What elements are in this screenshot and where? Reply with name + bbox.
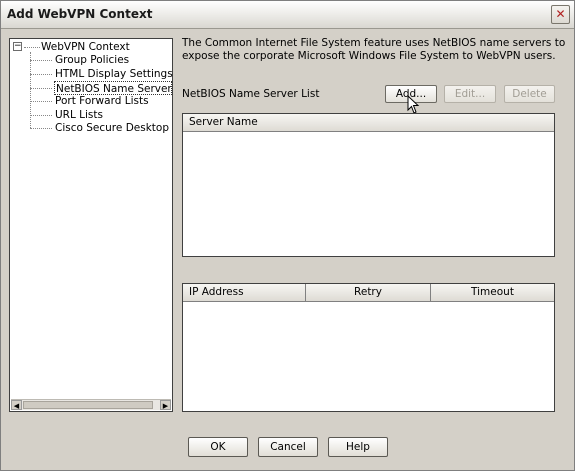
tree-item-url-lists[interactable]: URL Lists [55, 108, 103, 122]
tree-item-cisco-secure-desktop[interactable]: Cisco Secure Desktop [55, 121, 169, 135]
server-table-header: Server Name [183, 114, 554, 132]
help-button[interactable]: Help [328, 437, 388, 457]
scroll-thumb[interactable] [23, 401, 153, 409]
column-ip-address[interactable]: IP Address [183, 284, 306, 301]
tree-horizontal-scrollbar[interactable]: ◀ ▶ [11, 399, 171, 410]
cancel-button[interactable]: Cancel [258, 437, 318, 457]
mouse-pointer-icon [407, 95, 420, 114]
close-button[interactable]: ✕ [551, 5, 570, 24]
collapse-expander-icon[interactable]: − [13, 42, 22, 51]
ip-address-table[interactable]: IP Address Retry Timeout [182, 283, 555, 412]
tree-root-webvpn-context[interactable]: WebVPN Context [41, 40, 130, 54]
edit-button[interactable]: Edit... [444, 85, 496, 103]
cifs-description: The Common Internet File System feature … [182, 37, 566, 62]
window-title: Add WebVPN Context [7, 7, 153, 21]
close-icon: ✕ [555, 7, 566, 21]
add-webvpn-context-dialog: Add WebVPN Context ✕ − WebVPN Context Gr… [0, 0, 575, 471]
tree-item-port-forward-lists[interactable]: Port Forward Lists [55, 94, 149, 108]
ok-button[interactable]: OK [188, 437, 248, 457]
column-timeout[interactable]: Timeout [431, 284, 554, 301]
server-name-table[interactable]: Server Name [182, 113, 555, 257]
tree-item-group-policies[interactable]: Group Policies [55, 53, 129, 67]
ip-table-header: IP Address Retry Timeout [183, 284, 554, 302]
tree-root-label: WebVPN Context [41, 41, 130, 53]
delete-button[interactable]: Delete [504, 85, 555, 103]
navigation-tree: − WebVPN Context Group Policies HTML Dis… [9, 38, 173, 412]
scroll-right-icon[interactable]: ▶ [160, 400, 171, 410]
netbios-list-label: NetBIOS Name Server List [182, 88, 320, 100]
column-retry[interactable]: Retry [306, 284, 431, 301]
scroll-left-icon[interactable]: ◀ [11, 400, 22, 410]
title-bar[interactable]: Add WebVPN Context ✕ [1, 1, 574, 29]
tree-item-html-display-settings[interactable]: HTML Display Settings [55, 67, 173, 81]
column-server-name[interactable]: Server Name [183, 114, 554, 131]
tree-item-netbios-name-server-list[interactable]: NetBIOS Name Server Lis [54, 81, 172, 95]
